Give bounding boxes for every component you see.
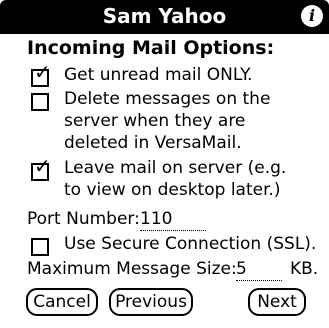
delete-on-server-label-line1: Delete messages on the xyxy=(64,89,271,109)
info-icon[interactable]: i xyxy=(301,5,323,27)
section-heading: Incoming Mail Options: xyxy=(27,37,275,59)
leave-on-server-checkbox[interactable]: ✓ xyxy=(31,156,51,181)
leave-on-server-label-line2: to view on desktop later.) xyxy=(64,180,281,200)
checkmark-icon: ✓ xyxy=(34,60,51,84)
checkmark-icon: ✓ xyxy=(34,154,51,178)
port-number-field[interactable]: 110 xyxy=(140,208,206,231)
leave-on-server-label-line1: Leave mail on server (e.g. xyxy=(64,158,287,178)
delete-on-server-label-line2: server when they are xyxy=(64,111,246,131)
get-unread-checkbox[interactable]: ✓ xyxy=(31,62,51,87)
previous-button[interactable]: Previous xyxy=(109,288,193,316)
next-button[interactable]: Next xyxy=(248,288,306,316)
get-unread-label: Get unread mail ONLY. xyxy=(64,65,253,85)
delete-on-server-label-line3: deleted in VersaMail. xyxy=(64,133,242,153)
ssl-checkbox[interactable] xyxy=(31,238,49,256)
max-size-unit: KB. xyxy=(290,259,319,279)
delete-on-server-checkbox[interactable] xyxy=(31,93,49,111)
max-size-field[interactable]: 5 xyxy=(236,258,282,281)
port-number-label: Port Number: xyxy=(27,209,140,229)
window-title: Sam Yahoo xyxy=(102,4,227,28)
cancel-button[interactable]: Cancel xyxy=(26,288,98,316)
max-size-label: Maximum Message Size: xyxy=(27,259,237,279)
ssl-label: Use Secure Connection (SSL). xyxy=(64,234,317,254)
title-bar: Sam Yahoo i xyxy=(0,0,329,34)
